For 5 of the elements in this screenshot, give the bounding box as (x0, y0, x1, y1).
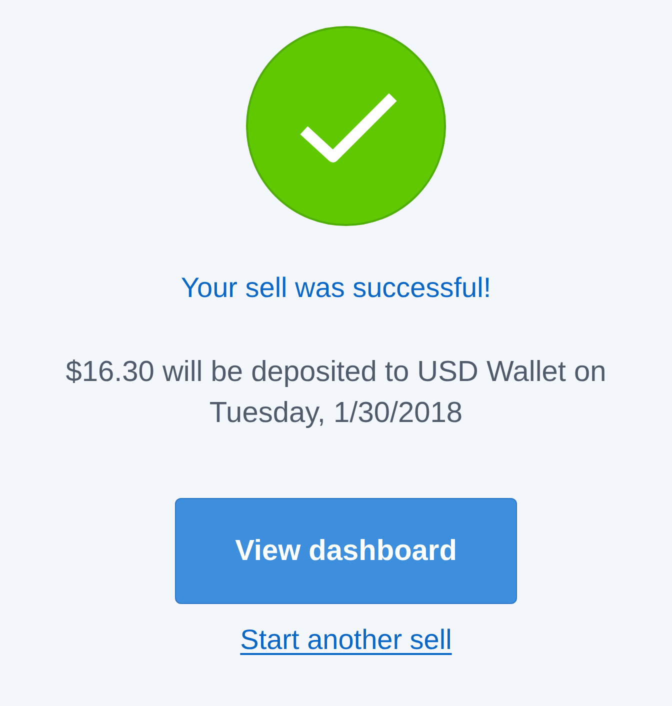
success-title: Your sell was successful! (180, 271, 492, 305)
start-another-sell-link[interactable]: Start another sell (240, 622, 452, 658)
deposit-message: $16.30 will be deposited to USD Wallet on Tuesday, 1/30/2018 (64, 355, 608, 431)
view-dashboard-button[interactable]: View dashboard (175, 498, 517, 604)
success-check-icon (246, 26, 446, 226)
